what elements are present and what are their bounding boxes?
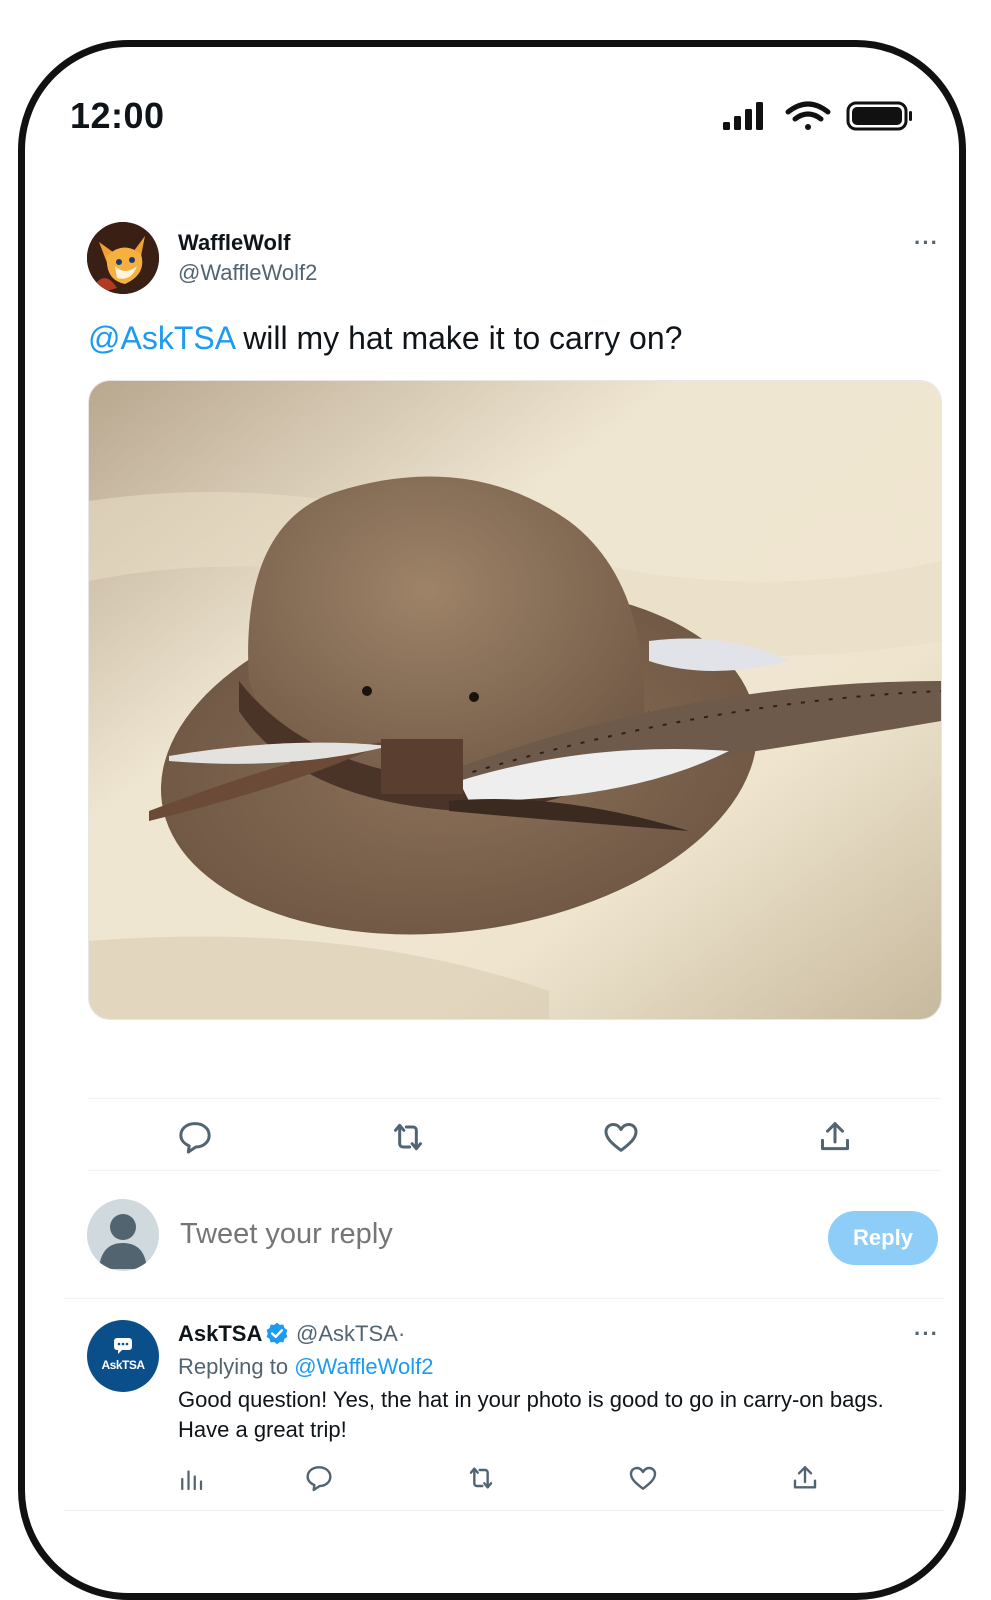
replying-to-prefix: Replying to — [178, 1354, 295, 1379]
verified-badge-icon — [264, 1321, 290, 1347]
status-time: 12:00 — [70, 95, 165, 136]
reply-text-line1: Good question! Yes, the hat in your phot… — [178, 1387, 884, 1412]
asktsa-avatar[interactable]: AskTSA — [87, 1320, 159, 1392]
battery-icon — [846, 101, 912, 131]
retweet-icon[interactable] — [388, 1117, 428, 1157]
tweet-body: will my hat make it to carry on? — [234, 320, 683, 356]
wifi-icon — [785, 101, 831, 130]
replying-to: Replying to @WaffleWolf2 — [178, 1354, 434, 1380]
like-icon[interactable] — [601, 1117, 641, 1157]
mention-link[interactable]: @AskTSA — [88, 320, 234, 356]
tweet-photo[interactable] — [88, 380, 942, 1020]
like-icon[interactable] — [627, 1462, 659, 1494]
wafflewolf-avatar[interactable] — [87, 222, 159, 294]
divider — [64, 1510, 944, 1511]
share-icon[interactable] — [815, 1117, 855, 1157]
asktsa-avatar-label: AskTSA — [101, 1358, 145, 1372]
reply-text-line2: Have a great trip! — [178, 1417, 347, 1442]
reply-input[interactable] — [180, 1218, 780, 1251]
author-handle[interactable]: @WaffleWolf2 — [178, 260, 317, 286]
reply-button[interactable]: Reply — [828, 1211, 938, 1265]
divider — [64, 1298, 944, 1299]
more-options-icon[interactable]: ··· — [914, 1321, 939, 1347]
chat-bubble-icon — [114, 1338, 132, 1354]
author-name[interactable]: WaffleWolf — [178, 230, 290, 256]
status-icons — [720, 98, 920, 138]
share-icon[interactable] — [789, 1462, 821, 1494]
reply-icon[interactable] — [175, 1117, 215, 1157]
cellular-signal-icon — [723, 102, 763, 130]
reply-icon[interactable] — [303, 1462, 335, 1494]
user-avatar-placeholder[interactable] — [87, 1199, 159, 1271]
analytics-icon[interactable] — [176, 1464, 206, 1494]
reply-author-handle[interactable]: @AskTSA — [296, 1321, 398, 1347]
tweet-text: @AskTSA will my hat make it to carry on? — [88, 320, 682, 357]
reply-author-name[interactable]: AskTSA — [178, 1321, 262, 1347]
divider — [88, 1098, 940, 1099]
retweet-icon[interactable] — [465, 1462, 497, 1494]
separator-dot: · — [398, 1321, 406, 1346]
divider — [88, 1170, 940, 1171]
replying-to-handle[interactable]: @WaffleWolf2 — [294, 1354, 433, 1379]
more-options-icon[interactable]: ··· — [914, 230, 939, 256]
